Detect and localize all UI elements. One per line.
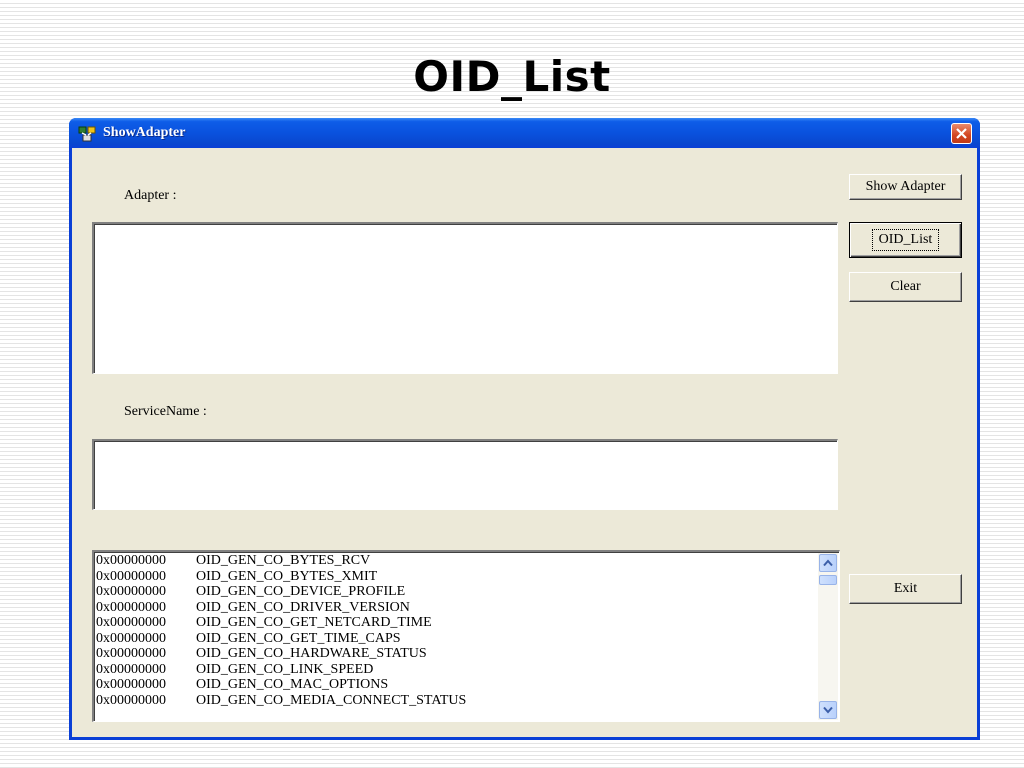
list-item[interactable]: 0x00000000 OID_GEN_CO_MAC_OPTIONS <box>96 677 817 693</box>
oid-list-button-label: OID_List <box>871 229 940 251</box>
show-adapter-window: ShowAdapter Adapter : ServiceName : 0x00… <box>69 118 980 740</box>
window-titlebar[interactable]: ShowAdapter <box>69 118 980 148</box>
adapter-textbox[interactable] <box>92 222 838 374</box>
list-item[interactable]: 0x00000000 OID_GEN_CO_LINK_SPEED <box>96 662 817 678</box>
list-item[interactable]: 0x00000000 OID_GEN_CO_MEDIA_CONNECT_STATU… <box>96 693 817 709</box>
list-item[interactable]: 0x00000000 OID_GEN_CO_GET_TIME_CAPS <box>96 631 817 647</box>
clear-button[interactable]: Clear <box>849 272 962 302</box>
list-item[interactable]: 0x00000000 OID_GEN_CO_BYTES_RCV <box>96 553 817 569</box>
oid-name: OID_GEN_CO_DRIVER_VERSION <box>196 599 410 615</box>
window-title: ShowAdapter <box>103 125 186 140</box>
oid-name: OID_GEN_CO_GET_NETCARD_TIME <box>196 615 432 630</box>
close-button[interactable] <box>951 123 972 144</box>
exit-button-label: Exit <box>893 581 918 596</box>
list-item[interactable]: 0x00000000 OID_GEN_CO_DRIVER_VERSION <box>96 600 817 616</box>
oid-list-button[interactable]: OID_List <box>849 222 962 258</box>
slide-title: OID_List <box>413 52 611 101</box>
show-adapter-button[interactable]: Show Adapter <box>849 174 962 200</box>
adapter-label: Adapter : <box>124 188 177 203</box>
oid-name: OID_GEN_CO_HARDWARE_STATUS <box>196 646 427 661</box>
chevron-up-icon <box>823 559 833 567</box>
list-item[interactable]: 0x00000000 OID_GEN_CO_DEVICE_PROFILE <box>96 584 817 600</box>
oid-hex-value: 0x00000000 <box>96 568 166 584</box>
oid-listbox[interactable]: 0x00000000 OID_GEN_CO_BYTES_RCV 0x00000000… <box>92 550 840 722</box>
network-adapter-icon <box>78 125 96 143</box>
service-name-textbox[interactable] <box>92 439 838 510</box>
list-item[interactable]: 0x00000000 OID_GEN_CO_HARDWARE_STATUS <box>96 646 817 662</box>
scroll-up-button[interactable] <box>819 554 837 572</box>
oid-name: OID_GEN_CO_DEVICE_PROFILE <box>196 584 406 599</box>
clear-button-label: Clear <box>890 279 921 294</box>
oid-hex-value: 0x00000000 <box>96 615 166 630</box>
chevron-down-icon <box>823 706 833 714</box>
oid-hex-value: 0x00000000 <box>96 677 166 692</box>
exit-button[interactable]: Exit <box>849 574 962 604</box>
scroll-thumb[interactable] <box>819 575 837 585</box>
oid-hex-value: 0x00000000 <box>96 692 166 708</box>
oid-name: OID_GEN_CO_MEDIA_CONNECT_STATUS <box>196 692 467 708</box>
oid-hex-value: 0x00000000 <box>96 661 166 677</box>
oid-hex-value: 0x00000000 <box>96 646 166 661</box>
service-name-label: ServiceName : <box>124 404 207 419</box>
oid-hex-value: 0x00000000 <box>96 599 166 615</box>
scroll-down-button[interactable] <box>819 701 837 719</box>
list-item[interactable]: 0x00000000 OID_GEN_CO_BYTES_XMIT <box>96 569 817 585</box>
oid-name: OID_GEN_CO_MAC_OPTIONS <box>196 677 389 692</box>
show-adapter-button-label: Show Adapter <box>865 179 946 194</box>
oid-name: OID_GEN_CO_GET_TIME_CAPS <box>196 630 401 646</box>
oid-name: OID_GEN_CO_BYTES_XMIT <box>196 568 378 584</box>
oid-name: OID_GEN_CO_LINK_SPEED <box>196 661 374 677</box>
oid-hex-value: 0x00000000 <box>96 630 166 646</box>
oid-list-scrollbar[interactable] <box>818 553 838 720</box>
list-item[interactable]: 0x00000000 OID_GEN_CO_GET_NETCARD_TIME <box>96 615 817 631</box>
oid-hex-value: 0x00000000 <box>96 584 166 599</box>
oid-hex-value: 0x00000000 <box>96 553 166 568</box>
oid-name: OID_GEN_CO_BYTES_RCV <box>196 553 371 568</box>
close-icon <box>956 128 967 139</box>
oid-list-rows: 0x00000000 OID_GEN_CO_BYTES_RCV 0x00000000… <box>96 553 817 708</box>
window-client-area: Adapter : ServiceName : 0x00000000 OID_GE… <box>72 148 977 737</box>
